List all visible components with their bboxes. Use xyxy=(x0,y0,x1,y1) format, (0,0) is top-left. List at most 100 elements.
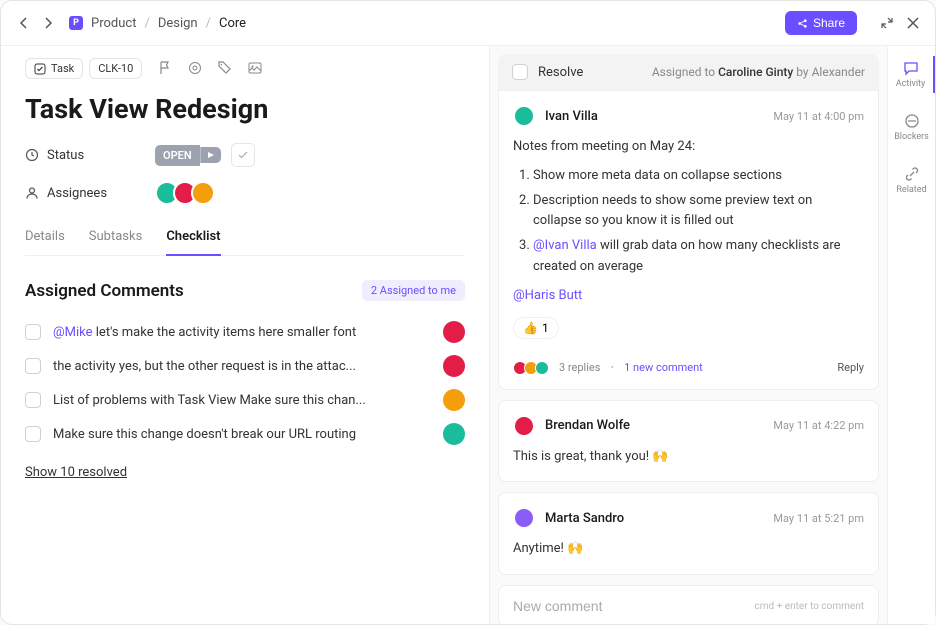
flag-button[interactable] xyxy=(158,61,174,77)
comment-body: This is great, thank you! 🙌 xyxy=(513,447,864,468)
new-comment-link[interactable]: 1 new comment xyxy=(624,361,703,374)
reaction-button[interactable]: 👍 1 xyxy=(513,317,559,339)
comment-text: @Mike let's make the activity items here… xyxy=(53,325,431,340)
show-resolved-link[interactable]: Show 10 resolved xyxy=(25,465,127,480)
link-icon xyxy=(904,166,920,182)
nav-forward-button[interactable] xyxy=(41,15,57,31)
assignees-field-label: Assignees xyxy=(25,186,155,201)
replies-count[interactable]: 3 replies xyxy=(559,361,600,374)
assigned-to-text: Assigned to Caroline Ginty by Alexander xyxy=(652,65,865,79)
activity-pane: Resolve Assigned to Caroline Ginty by Al… xyxy=(489,46,887,624)
tab-details[interactable]: Details xyxy=(25,219,65,255)
tab-subtasks[interactable]: Subtasks xyxy=(89,219,143,255)
commenter-name: Brendan Wolfe xyxy=(545,418,763,433)
collapse-button[interactable] xyxy=(879,15,895,31)
breadcrumb-item[interactable]: Core xyxy=(219,16,246,31)
comment-text: the activity yes, but the other request … xyxy=(53,359,431,374)
task-id-pill[interactable]: CLK-10 xyxy=(89,58,142,79)
comment-reply: Brendan Wolfe May 11 at 4:22 pm This is … xyxy=(498,400,879,483)
comment-row[interactable]: @Mike let's make the activity items here… xyxy=(25,315,465,349)
avatar[interactable] xyxy=(513,105,535,127)
checkbox-icon xyxy=(34,63,46,75)
breadcrumb-item[interactable]: Product xyxy=(91,16,136,31)
assignee-avatars[interactable] xyxy=(155,181,215,205)
mention[interactable]: @Ivan Villa xyxy=(533,238,597,253)
blocked-icon xyxy=(904,113,920,129)
resolve-checkbox[interactable] xyxy=(512,64,528,80)
status-badge[interactable]: OPEN xyxy=(155,145,200,166)
chevron-right-icon xyxy=(45,17,53,29)
mention[interactable]: @Mike xyxy=(53,325,93,340)
share-label: Share xyxy=(813,16,845,30)
status-dropdown[interactable] xyxy=(200,147,221,163)
comment-input[interactable] xyxy=(513,598,755,614)
avatar[interactable] xyxy=(443,355,465,377)
composer-hint: cmd + enter to comment xyxy=(755,601,864,612)
breadcrumb-sep: / xyxy=(206,16,211,31)
tab-checklist[interactable]: Checklist xyxy=(166,219,220,256)
task-title[interactable]: Task View Redesign xyxy=(25,93,465,125)
reaction-count: 1 xyxy=(542,321,549,335)
comment-time: May 11 at 4:22 pm xyxy=(773,419,864,432)
avatar[interactable] xyxy=(443,389,465,411)
person-icon xyxy=(25,186,39,200)
comment-row[interactable]: List of problems with Task View Make sur… xyxy=(25,383,465,417)
commenter-name: Marta Sandro xyxy=(545,511,763,526)
avatar xyxy=(535,361,549,375)
comment-checkbox[interactable] xyxy=(25,392,41,408)
task-type-pill[interactable]: Task xyxy=(25,58,83,79)
share-icon xyxy=(797,18,808,29)
comment-text: Make sure this change doesn't break our … xyxy=(53,427,431,442)
workspace-badge: P xyxy=(69,16,83,30)
check-icon xyxy=(237,149,249,161)
comment-row[interactable]: the activity yes, but the other request … xyxy=(25,349,465,383)
task-detail-pane: Task CLK-10 Task View Redesign Status OP… xyxy=(1,46,489,624)
rail-related[interactable]: Related xyxy=(888,162,935,199)
comment-time: May 11 at 4:00 pm xyxy=(773,110,864,123)
comment-time: May 11 at 5:21 pm xyxy=(773,512,864,525)
sprint-button[interactable] xyxy=(188,61,204,77)
play-icon xyxy=(207,151,215,159)
comment-text: List of problems with Task View Make sur… xyxy=(53,393,431,408)
avatar[interactable] xyxy=(513,415,535,437)
avatar[interactable] xyxy=(191,181,215,205)
breadcrumb: P Product / Design / Core xyxy=(69,16,246,31)
comment-checkbox[interactable] xyxy=(25,426,41,442)
chat-icon xyxy=(903,60,919,76)
avatar[interactable] xyxy=(443,321,465,343)
share-button[interactable]: Share xyxy=(785,11,857,35)
thumbs-up-icon: 👍 xyxy=(523,321,538,335)
rail-activity[interactable]: Activity xyxy=(888,56,935,93)
comment-body: Anytime! 🙌 xyxy=(513,539,864,560)
avatar[interactable] xyxy=(443,423,465,445)
comment-row[interactable]: Make sure this change doesn't break our … xyxy=(25,417,465,451)
rail-blockers[interactable]: Blockers xyxy=(888,109,935,146)
collapse-icon xyxy=(881,17,893,29)
avatar[interactable] xyxy=(513,507,535,529)
rail-label: Related xyxy=(896,185,926,195)
comment-body: Notes from meeting on May 24: Show more … xyxy=(513,137,864,307)
flag-icon xyxy=(158,61,172,75)
image-icon xyxy=(248,61,262,75)
topbar: P Product / Design / Core Share xyxy=(1,1,935,46)
comment-composer[interactable]: cmd + enter to comment xyxy=(498,585,879,624)
mention[interactable]: @Haris Butt xyxy=(513,288,582,303)
comment-checkbox[interactable] xyxy=(25,324,41,340)
assigned-count-badge[interactable]: 2 Assigned to me xyxy=(362,280,465,301)
list-item: @Ivan Villa will grab data on how many c… xyxy=(533,236,864,278)
rail-label: Blockers xyxy=(894,132,929,142)
tag-button[interactable] xyxy=(218,61,234,77)
target-icon xyxy=(188,61,202,75)
comment-checkbox[interactable] xyxy=(25,358,41,374)
status-field-label: Status xyxy=(25,148,155,163)
chevron-left-icon xyxy=(19,17,27,29)
resolve-bar: Resolve Assigned to Caroline Ginty by Al… xyxy=(498,54,879,90)
image-button[interactable] xyxy=(248,61,264,77)
reply-button[interactable]: Reply xyxy=(837,361,864,374)
status-complete-button[interactable] xyxy=(231,143,255,167)
close-button[interactable] xyxy=(905,15,921,31)
breadcrumb-item[interactable]: Design xyxy=(158,16,198,31)
resolve-label: Resolve xyxy=(538,65,583,80)
nav-back-button[interactable] xyxy=(15,15,31,31)
breadcrumb-sep: / xyxy=(144,16,149,31)
